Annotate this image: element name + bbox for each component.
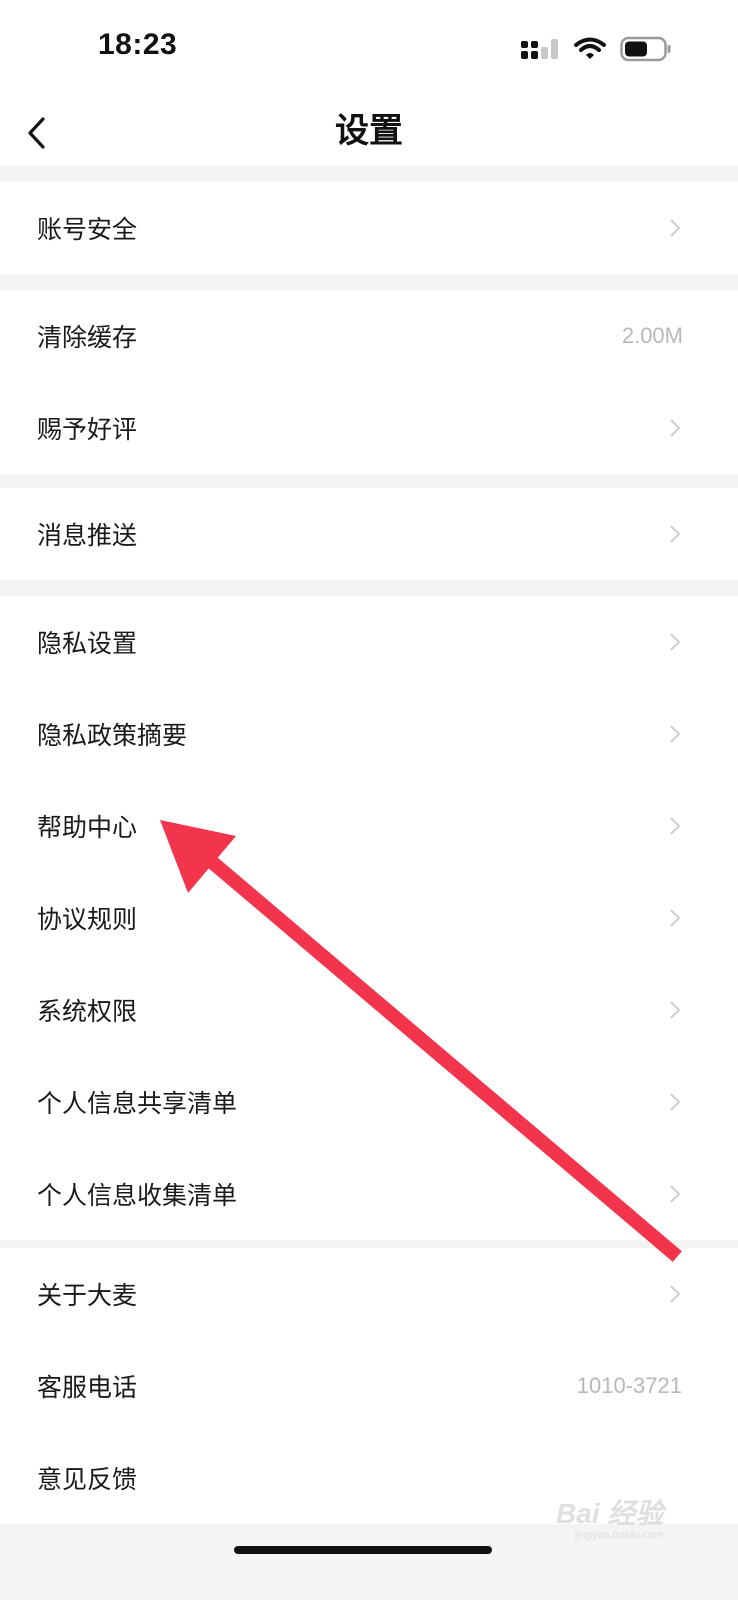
wifi-icon	[574, 37, 606, 59]
settings-item-label: 个人信息收集清单	[37, 1181, 238, 1210]
settings-item-agreements-rules[interactable]: 协议规则	[0, 872, 738, 964]
settings-section-account: 账号安全	[0, 182, 738, 274]
settings-item-clear-cache[interactable]: 清除缓存 2.00M	[0, 290, 738, 382]
chevron-right-icon	[670, 219, 681, 237]
chevron-right-icon	[670, 419, 681, 437]
chevron-right-icon	[670, 1093, 681, 1111]
settings-item-label: 系统权限	[37, 997, 138, 1026]
chevron-right-icon	[670, 525, 681, 543]
cache-size-value: 2.00M	[621, 323, 683, 348]
chevron-right-icon	[670, 633, 681, 651]
chevron-right-icon	[670, 1185, 681, 1203]
settings-item-info-sharing-list[interactable]: 个人信息共享清单	[0, 1056, 738, 1148]
settings-item-rate-app[interactable]: 赐予好评	[0, 382, 738, 474]
settings-item-help-center[interactable]: 帮助中心	[0, 780, 738, 872]
navigation-bar: 设置	[0, 100, 738, 166]
home-indicator[interactable]	[234, 1546, 492, 1554]
settings-item-label: 账号安全	[37, 215, 138, 244]
status-bar: 18:23	[0, 0, 738, 100]
settings-section-about: 关于大麦 客服电话 1010-3721 意见反馈	[0, 1248, 738, 1524]
settings-item-system-permissions[interactable]: 系统权限	[0, 964, 738, 1056]
cellular-signal-icon	[521, 39, 558, 59]
settings-item-label: 意见反馈	[37, 1465, 138, 1494]
watermark-brand: Bai 经验	[556, 1498, 664, 1529]
settings-item-label: 隐私设置	[37, 629, 138, 658]
settings-item-info-collection-list[interactable]: 个人信息收集清单	[0, 1148, 738, 1240]
settings-item-privacy-policy-summary[interactable]: 隐私政策摘要	[0, 688, 738, 780]
chevron-right-icon	[670, 725, 681, 743]
settings-section-general: 清除缓存 2.00M 赐予好评	[0, 290, 738, 474]
settings-item-label: 关于大麦	[37, 1281, 138, 1310]
status-time: 18:23	[98, 28, 178, 61]
settings-item-label: 消息推送	[37, 521, 138, 550]
settings-section-notifications: 消息推送	[0, 488, 738, 580]
settings-item-about[interactable]: 关于大麦	[0, 1248, 738, 1340]
chevron-right-icon	[670, 817, 681, 835]
settings-section-privacy: 隐私设置 隐私政策摘要 帮助中心 协议规则 系统权限 个人信息共享清单 个人信息…	[0, 596, 738, 1240]
settings-item-customer-service[interactable]: 客服电话 1010-3721	[0, 1340, 738, 1432]
settings-item-label: 赐予好评	[37, 415, 138, 444]
watermark-url: jingyan.baidu.com	[574, 1529, 664, 1541]
settings-item-label: 清除缓存	[37, 323, 138, 352]
settings-item-push-notifications[interactable]: 消息推送	[0, 488, 738, 580]
settings-item-label: 个人信息共享清单	[37, 1089, 238, 1118]
chevron-right-icon	[670, 1001, 681, 1019]
chevron-right-icon	[670, 909, 681, 927]
settings-item-privacy-settings[interactable]: 隐私设置	[0, 596, 738, 688]
settings-item-label: 客服电话	[37, 1373, 138, 1402]
page-title: 设置	[335, 111, 403, 151]
customer-service-phone: 1010-3721	[576, 1373, 682, 1398]
baidu-jingyan-watermark: Bai 经验 jingyan.baidu.com	[556, 1500, 663, 1541]
status-icons	[520, 34, 672, 64]
settings-item-label: 帮助中心	[37, 813, 138, 842]
settings-item-label: 隐私政策摘要	[37, 721, 188, 750]
settings-item-account-security[interactable]: 账号安全	[0, 182, 738, 274]
settings-item-label: 协议规则	[37, 905, 138, 934]
chevron-right-icon	[670, 1285, 681, 1303]
battery-icon	[620, 36, 671, 62]
